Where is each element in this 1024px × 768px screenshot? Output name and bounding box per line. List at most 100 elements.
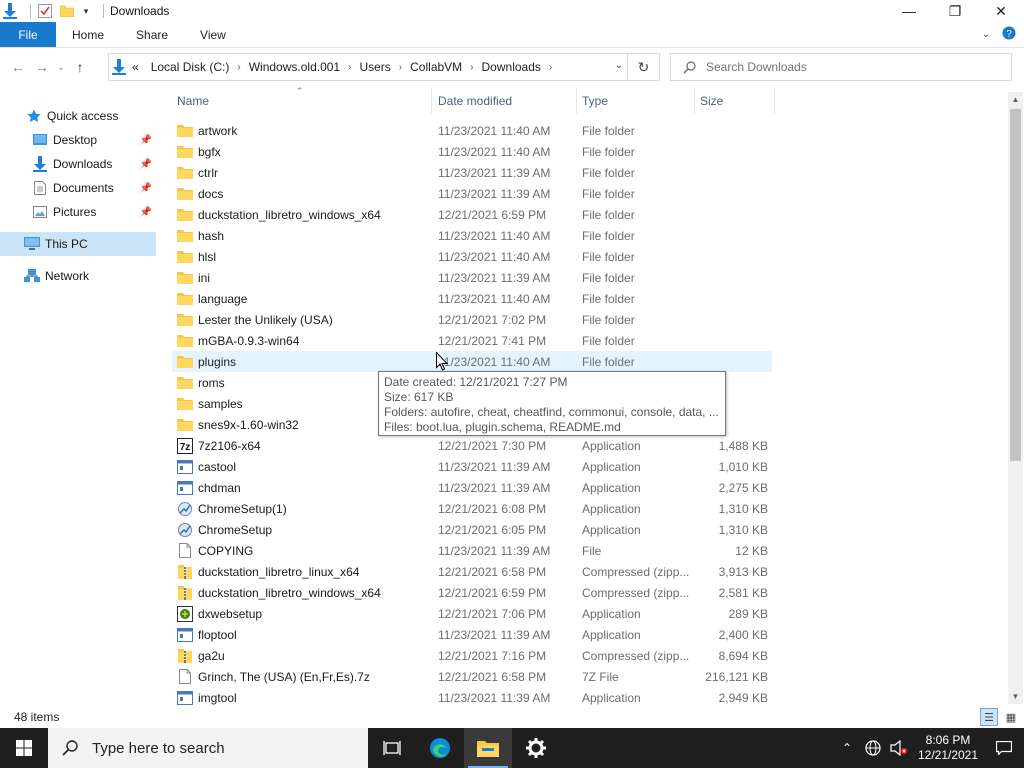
- notification-icon[interactable]: [984, 728, 1024, 768]
- expand-ribbon-icon[interactable]: ⌄: [982, 29, 990, 40]
- address-bar[interactable]: « Local Disk (C:) › Windows.old.001 › Us…: [108, 53, 660, 81]
- maximize-button[interactable]: ❐: [932, 0, 978, 22]
- minimize-button[interactable]: —: [886, 0, 932, 22]
- file-row[interactable]: dxwebsetup 12/21/2021 7:06 PM Application 2…: [172, 603, 772, 624]
- file-row[interactable]: ChromeSetup(1) 12/21/2021 6:08 PM Applicat…: [172, 498, 772, 519]
- file-row[interactable]: duckstation_libretro_windows_x64 12/21/20…: [172, 204, 772, 225]
- breadcrumb-overflow[interactable]: «: [126, 60, 145, 74]
- scroll-down-arrow[interactable]: ▼: [1008, 689, 1023, 704]
- column-name[interactable]: Name: [172, 88, 432, 114]
- new-folder-icon[interactable]: [59, 3, 75, 19]
- file-row[interactable]: duckstation_libretro_windows_x64 12/21/20…: [172, 582, 772, 603]
- nav-quick-access[interactable]: Quick access: [0, 104, 156, 128]
- tab-file[interactable]: File: [0, 22, 56, 47]
- taskbar-search-box[interactable]: Type here to search: [48, 728, 368, 768]
- file-row[interactable]: 7z 7z2106-x64 12/21/2021 7:30 PM Applicatio…: [172, 435, 772, 456]
- edge-taskbar-button[interactable]: [416, 728, 464, 768]
- file-row[interactable]: docs 11/23/2021 11:39 AM File folder: [172, 183, 772, 204]
- tab-share[interactable]: Share: [120, 22, 184, 47]
- file-row[interactable]: duckstation_libretro_linux_x64 12/21/2021…: [172, 561, 772, 582]
- file-row[interactable]: imgtool 11/23/2021 11:39 AM Application 2,9…: [172, 687, 772, 708]
- chevron-right-icon[interactable]: ›: [235, 62, 242, 73]
- details-view-icon[interactable]: ☰: [980, 708, 998, 726]
- breadcrumb-windows-old[interactable]: Windows.old.001: [243, 60, 346, 74]
- show-hidden-icons-icon[interactable]: ⌃: [834, 728, 860, 768]
- file-row[interactable]: hlsl 11/23/2021 11:40 AM File folder: [172, 246, 772, 267]
- column-date-modified[interactable]: Date modified: [433, 88, 577, 114]
- file-row[interactable]: hash 11/23/2021 11:40 AM File folder: [172, 225, 772, 246]
- pin-icon[interactable]: 📌: [140, 159, 152, 170]
- scroll-up-arrow[interactable]: ▲: [1008, 92, 1023, 107]
- nav-pictures[interactable]: Pictures 📌: [0, 200, 156, 224]
- task-view-icon: [383, 741, 401, 755]
- back-button[interactable]: ←: [6, 55, 30, 79]
- chevron-right-icon[interactable]: ›: [397, 62, 404, 73]
- file-row[interactable]: ini 11/23/2021 11:39 AM File folder: [172, 267, 772, 288]
- file-row[interactable]: floptool 11/23/2021 11:39 AM Application 2,…: [172, 624, 772, 645]
- pin-icon[interactable]: 📌: [140, 135, 152, 146]
- refresh-button[interactable]: ↻: [627, 54, 659, 80]
- breadcrumb-local-disk[interactable]: Local Disk (C:): [145, 60, 236, 74]
- start-button[interactable]: [0, 728, 48, 768]
- file-name: language: [198, 291, 248, 306]
- scrollbar-thumb[interactable]: [1010, 109, 1021, 461]
- volume-muted-icon[interactable]: [886, 728, 912, 768]
- column-type[interactable]: Type: [577, 88, 695, 114]
- pin-icon[interactable]: 📌: [140, 207, 152, 218]
- breadcrumb-users[interactable]: Users: [353, 60, 396, 74]
- file-row[interactable]: mGBA-0.9.3-win64 12/21/2021 7:41 PM File f…: [172, 330, 772, 351]
- forward-button[interactable]: →: [30, 55, 54, 79]
- breadcrumb-downloads[interactable]: Downloads: [476, 60, 547, 74]
- file-row[interactable]: ChromeSetup 12/21/2021 6:05 PM Application…: [172, 519, 772, 540]
- window-title: Downloads: [110, 4, 170, 18]
- properties-icon[interactable]: [37, 3, 53, 19]
- file-row[interactable]: ga2u 12/21/2021 7:16 PM Compressed (zipp..…: [172, 645, 772, 666]
- breadcrumb-collabvm[interactable]: CollabVM: [404, 60, 468, 74]
- nav-documents[interactable]: Documents 📌: [0, 176, 156, 200]
- downloads-location-icon: [112, 59, 126, 75]
- tab-view[interactable]: View: [184, 22, 242, 47]
- download-arrow-icon[interactable]: [2, 3, 18, 19]
- file-row[interactable]: bgfx 11/23/2021 11:40 AM File folder: [172, 141, 772, 162]
- close-button[interactable]: ✕: [978, 0, 1024, 22]
- file-name: Lester the Unlikely (USA): [198, 312, 333, 327]
- file-row[interactable]: castool 11/23/2021 11:39 AM Application 1,0…: [172, 456, 772, 477]
- language-globe-icon[interactable]: [860, 728, 886, 768]
- large-icons-view-icon[interactable]: ▦: [1002, 708, 1020, 726]
- clock-time: 8:06 PM: [925, 733, 971, 747]
- file-row[interactable]: chdman 11/23/2021 11:39 AM Application 2,27…: [172, 477, 772, 498]
- nav-desktop[interactable]: Desktop 📌: [0, 128, 156, 152]
- chevron-right-icon[interactable]: ›: [547, 62, 554, 73]
- file-row[interactable]: artwork 11/23/2021 11:40 AM File folder: [172, 120, 772, 141]
- vertical-scrollbar[interactable]: ▲ ▼: [1008, 92, 1023, 704]
- file-row[interactable]: Grinch, The (USA) (En,Fr,Es).7z 12/21/202…: [172, 666, 772, 687]
- file-row[interactable]: plugins 11/23/2021 11:40 AM File folder: [172, 351, 772, 372]
- file-size: 2,275 KB: [718, 480, 768, 495]
- nav-network[interactable]: Network: [0, 264, 156, 288]
- nav-downloads[interactable]: Downloads 📌: [0, 152, 156, 176]
- search-input[interactable]: [706, 60, 986, 74]
- recent-locations-button[interactable]: ⌄: [54, 55, 68, 79]
- file-row[interactable]: language 11/23/2021 11:40 AM File folder: [172, 288, 772, 309]
- column-size[interactable]: Size: [695, 88, 775, 114]
- file-name-cell: ini: [177, 270, 210, 286]
- task-view-button[interactable]: [368, 728, 416, 768]
- chevron-right-icon[interactable]: ›: [346, 62, 353, 73]
- file-row[interactable]: ctrlr 11/23/2021 11:39 AM File folder: [172, 162, 772, 183]
- tab-home[interactable]: Home: [56, 22, 120, 47]
- file-row[interactable]: COPYING 11/23/2021 11:39 AM File 12 KB: [172, 540, 772, 561]
- file-row[interactable]: Lester the Unlikely (USA) 12/21/2021 7:02…: [172, 309, 772, 330]
- nav-this-pc[interactable]: This PC: [0, 232, 156, 256]
- file-name: floptool: [198, 627, 237, 642]
- help-icon[interactable]: ?: [1002, 26, 1016, 43]
- file-explorer-taskbar-button[interactable]: [464, 728, 512, 768]
- pin-icon[interactable]: 📌: [140, 183, 152, 194]
- up-button[interactable]: ↑: [68, 55, 92, 79]
- taskbar-clock[interactable]: 8:06 PM 12/21/2021: [912, 733, 984, 763]
- search-box[interactable]: [670, 53, 1012, 81]
- customize-toolbar-icon[interactable]: ▾: [81, 3, 91, 19]
- chevron-right-icon[interactable]: ›: [468, 62, 475, 73]
- star-icon: [26, 108, 42, 124]
- settings-taskbar-button[interactable]: [512, 728, 560, 768]
- address-dropdown-icon[interactable]: ⌄: [615, 60, 623, 71]
